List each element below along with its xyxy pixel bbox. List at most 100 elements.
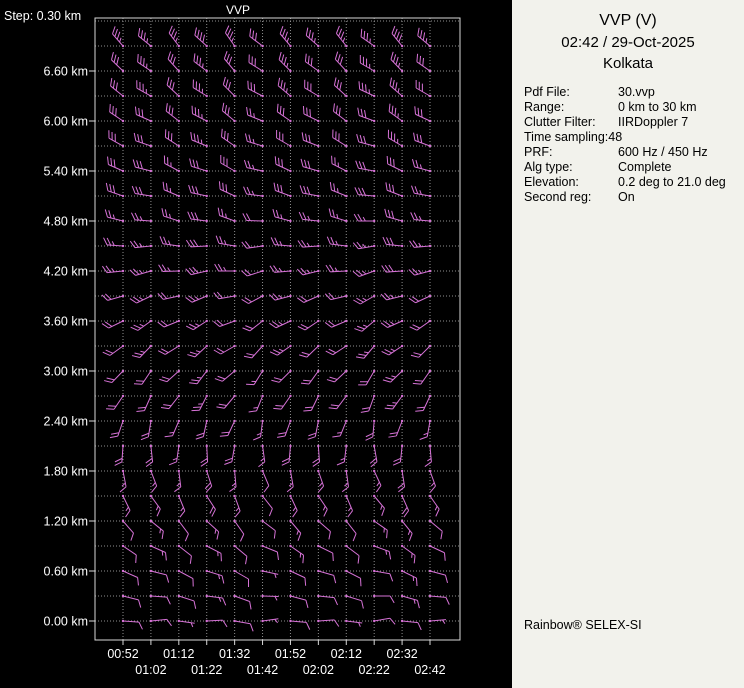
wind-barb (178, 570, 194, 587)
wind-barb (401, 570, 417, 586)
wind-barb (429, 520, 442, 539)
wind-barb (388, 420, 403, 437)
wind-barb (134, 133, 152, 147)
parameter-label: PRF: (524, 145, 618, 160)
wind-barb (429, 545, 445, 561)
wind-barb (417, 54, 431, 72)
wind-barb (271, 370, 291, 383)
wind-barb (289, 520, 300, 541)
wind-barb (248, 81, 264, 97)
wind-barb (425, 445, 432, 467)
wind-barb (303, 106, 319, 122)
wind-barb (104, 238, 125, 248)
wind-barb (241, 269, 263, 275)
wind-barb (335, 52, 347, 73)
wind-barb (150, 570, 169, 583)
wind-barb (415, 106, 431, 122)
wind-barb (329, 395, 348, 409)
svg-text:1.80 km: 1.80 km (44, 465, 88, 479)
wind-barb (429, 570, 448, 583)
wind-barb (289, 570, 305, 586)
wind-barb (390, 78, 403, 98)
parameter-row: PRF:600 Hz / 450 Hz (524, 145, 738, 160)
wind-barb (270, 345, 292, 355)
wind-barb (356, 161, 376, 172)
wind-barb (356, 345, 375, 358)
svg-text:6.60 km: 6.60 km (44, 65, 88, 79)
wind-barb (280, 26, 291, 47)
wind-barb (337, 445, 348, 465)
wind-barb (233, 570, 248, 587)
wind-barb (401, 620, 421, 630)
svg-text:02:12: 02:12 (331, 647, 362, 661)
wind-barb (289, 545, 303, 563)
wind-barb (165, 129, 180, 147)
wind-barb (192, 106, 208, 122)
wind-barb (308, 420, 320, 440)
wind-barb (386, 182, 403, 197)
wind-barb (178, 545, 192, 564)
wind-barb (412, 159, 431, 172)
wind-barb (224, 445, 235, 465)
wind-barb (186, 267, 208, 274)
wind-barb (134, 370, 152, 384)
wind-barb (244, 345, 264, 358)
wind-barb (110, 104, 124, 122)
wind-barb (373, 495, 384, 516)
wind-barb (165, 420, 180, 437)
wind-barb (102, 266, 124, 273)
wind-barb (391, 52, 403, 72)
wind-barb (244, 187, 264, 198)
wind-barb (409, 241, 431, 248)
wind-barb (122, 595, 141, 608)
parameter-label: Alg type: (524, 160, 618, 175)
step-label: Step: 0.30 km (4, 9, 81, 23)
wind-barb (261, 495, 272, 516)
wind-barb (223, 77, 236, 97)
wind-barb (166, 103, 180, 122)
wind-barb (150, 619, 172, 625)
svg-text:0.00 km: 0.00 km (44, 615, 88, 629)
product-datetime: 02:42 / 29-Oct-2025 (518, 34, 738, 51)
wind-barb (163, 182, 180, 197)
wind-barb (359, 81, 375, 97)
parameter-value: 600 Hz / 450 Hz (618, 145, 708, 160)
wind-barb (429, 620, 446, 624)
wind-barb (332, 420, 347, 437)
parameter-label: Time sampling: (524, 130, 608, 145)
wind-barb (131, 320, 152, 331)
wind-barb (401, 545, 415, 564)
wind-barb (270, 266, 292, 273)
parameter-label: Pdf File: (524, 85, 618, 100)
wind-barb (215, 264, 236, 272)
vvp-product-window: Step: 0.30 km VVP 00:5201:0201:1201:2201… (0, 0, 744, 688)
wind-barb (385, 395, 404, 409)
wind-barb (414, 133, 432, 148)
product-parameters: Pdf File:30.vvpRange:0 km to 30 kmClutte… (518, 85, 738, 205)
wind-barb (345, 595, 363, 609)
wind-barb (191, 395, 207, 411)
wind-barb (189, 370, 208, 384)
wind-barb (233, 520, 243, 542)
wind-barb (167, 77, 180, 97)
wind-barb (216, 395, 235, 408)
wind-barb (334, 77, 347, 97)
svg-text:4.20 km: 4.20 km (44, 265, 88, 279)
wind-barb (224, 51, 235, 72)
wind-barb (313, 445, 320, 467)
svg-text:02:32: 02:32 (386, 647, 417, 661)
wind-barb (269, 294, 291, 301)
svg-text:01:22: 01:22 (191, 663, 222, 677)
wind-barb (382, 265, 404, 272)
wind-barb (214, 292, 236, 299)
wind-barb (354, 320, 375, 331)
parameter-label: Elevation: (524, 175, 618, 190)
parameter-label: Clutter Filter: (524, 115, 618, 130)
wind-barb (358, 370, 375, 385)
wind-barb (108, 157, 125, 173)
parameter-value: 0 km to 30 km (618, 100, 697, 115)
wind-barb (150, 520, 164, 539)
wind-barb (298, 240, 320, 247)
wind-barb (361, 395, 376, 413)
wind-barb (277, 130, 292, 147)
